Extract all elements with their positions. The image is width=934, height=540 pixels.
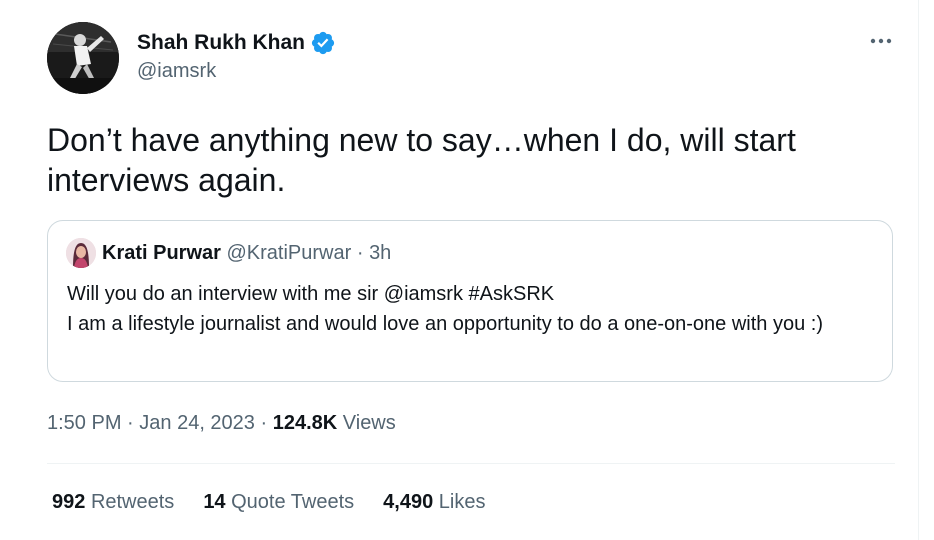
quoted-tweet-card[interactable]: Krati Purwar @KratiPurwar · 3h Will you …: [47, 220, 893, 382]
quoted-author-avatar: [66, 238, 96, 268]
retweets-count: 992: [52, 491, 86, 513]
profile-photo-icon: [47, 22, 119, 94]
quoted-author-handle[interactable]: @KratiPurwar: [227, 242, 352, 264]
quote-tweets-label: Quote Tweets: [231, 491, 355, 513]
quoted-time-ago[interactable]: 3h: [369, 242, 391, 264]
author-avatar[interactable]: [47, 22, 119, 94]
quote-tweets-count: 14: [203, 491, 226, 513]
likes-count: 4,490: [383, 491, 434, 513]
author-name-row[interactable]: Shah Rukh Khan: [137, 30, 336, 56]
retweets-label: Retweets: [90, 491, 175, 513]
ellipsis-icon: [870, 38, 892, 44]
views-count: 124.8K: [272, 412, 338, 434]
tweet-date[interactable]: Jan 24, 2023: [139, 412, 255, 434]
likes-stat[interactable]: 4,490 Likes: [383, 491, 485, 514]
meta-separator: ·: [121, 412, 140, 434]
tweet-text: Don’t have anything new to say…when I do…: [47, 122, 796, 198]
quoted-tweet-header: Krati Purwar @KratiPurwar · 3h: [102, 242, 391, 265]
quoted-author-name[interactable]: Krati Purwar: [102, 242, 221, 264]
quoted-meta-separator: ·: [351, 242, 370, 264]
author-name[interactable]: Shah Rukh Khan: [137, 31, 305, 55]
tweet-meta: 1:50 PM · Jan 24, 2023 · 124.8K Views: [47, 412, 396, 435]
divider: [47, 463, 895, 464]
quote-tweets-stat[interactable]: 14 Quote Tweets: [203, 491, 354, 514]
more-options-button[interactable]: [863, 26, 899, 56]
views-label: Views: [342, 412, 396, 434]
verified-badge-icon: [310, 30, 336, 56]
tweet-time[interactable]: 1:50 PM: [47, 412, 121, 434]
engagement-stats: 992 Retweets 14 Quote Tweets 4,490 Likes: [52, 491, 515, 514]
profile-photo-icon: [66, 238, 96, 268]
page-background: [919, 0, 934, 540]
quoted-tweet-text: Will you do an interview with me sir @ia…: [67, 283, 823, 335]
meta-separator: ·: [254, 412, 273, 434]
author-handle[interactable]: @iamsrk: [137, 60, 216, 83]
retweets-stat[interactable]: 992 Retweets: [52, 491, 174, 514]
likes-label: Likes: [438, 491, 486, 513]
